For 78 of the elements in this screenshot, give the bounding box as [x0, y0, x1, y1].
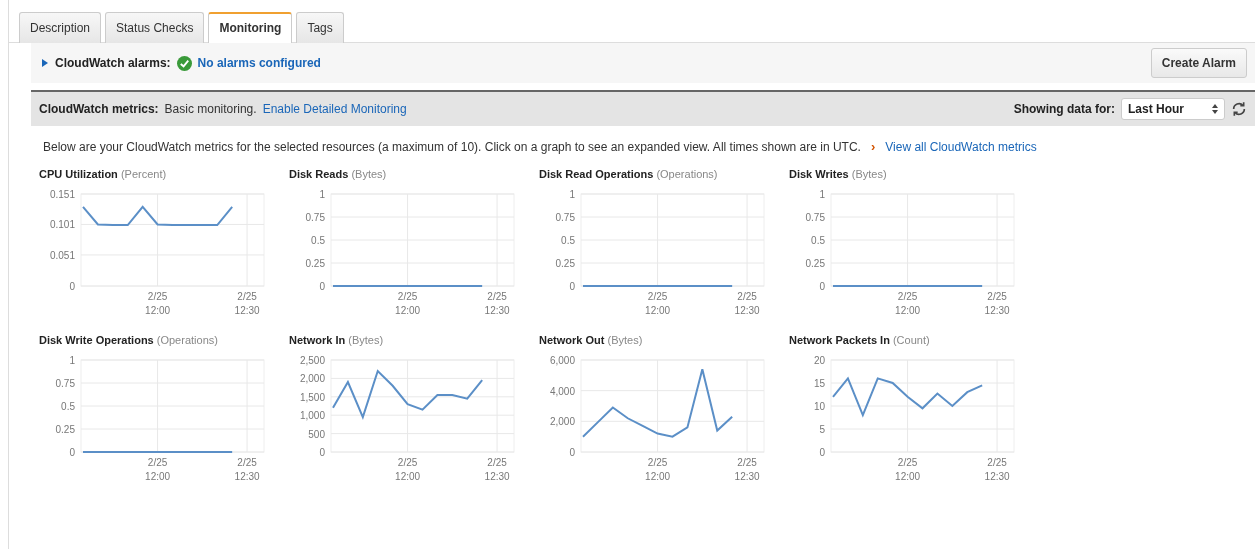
axis-label: 20	[813, 355, 825, 366]
axis-label: 2,000	[299, 373, 325, 385]
axis-label: 1	[69, 355, 75, 366]
chart-title: Disk Read Operations (Operations)	[539, 168, 719, 180]
axis-label: 5	[819, 424, 825, 435]
axis-label: 500	[308, 428, 325, 440]
axis-label: 2/25 12:00	[645, 457, 671, 482]
axis-label: 0.051	[49, 249, 75, 261]
chart-title: Disk Writes (Bytes)	[789, 168, 888, 180]
axis-label: 0.5	[811, 235, 825, 246]
axis-label: 2/25 12:30	[234, 457, 260, 482]
detailed-monitoring-link[interactable]: Enable Detailed Monitoring	[262, 102, 407, 116]
axis-label: 2/25 12:30	[484, 291, 510, 316]
axis-label: 1	[569, 189, 575, 200]
monitoring-text: Basic monitoring.	[164, 102, 257, 116]
range-select[interactable]: Last Hour	[1121, 98, 1225, 120]
axis-label: 0.101	[49, 219, 75, 231]
axis-label: 2/25 12:00	[145, 291, 171, 316]
axis-label: 0.75	[55, 378, 75, 389]
axis-label: 2/25 12:00	[895, 457, 921, 482]
axis-label: 0	[569, 447, 575, 458]
axis-label: 2/25 12:30	[984, 291, 1010, 316]
tab[interactable]: Status Checks	[105, 12, 205, 43]
axis-label: 0.75	[555, 212, 575, 223]
axis-label: 2/25 12:30	[234, 291, 260, 316]
axis-label: 0	[319, 447, 325, 458]
axis-label: 0.5	[311, 235, 325, 246]
axis-label: 0.75	[305, 212, 325, 223]
axis-label: 2,500	[299, 355, 325, 366]
chart-title: Network In (Bytes)	[289, 334, 385, 346]
chart-title: Network Packets In (Count)	[789, 334, 931, 346]
axis-label: 0.5	[61, 401, 75, 412]
chart-title: Disk Reads (Bytes)	[289, 168, 388, 180]
axis-label: 0	[819, 447, 825, 458]
axis-label: 2/25 12:00	[395, 457, 421, 482]
alarms-status-link[interactable]: No alarms configured	[197, 56, 321, 70]
view-all-metrics-link[interactable]: View all CloudWatch metrics	[885, 139, 1037, 154]
axis-label: 15	[813, 378, 825, 389]
range-label: Showing data for:	[1013, 102, 1115, 116]
axis-label: 10	[813, 401, 825, 412]
chart-title: Disk Write Operations (Operations)	[39, 334, 219, 346]
axis-label: 0.25	[305, 258, 325, 269]
axis-label: 1	[319, 189, 325, 200]
axis-label: 0	[319, 281, 325, 292]
axis-label: 0	[819, 281, 825, 292]
alarms-label: CloudWatch alarms:	[55, 56, 171, 70]
tab[interactable]: Tags	[296, 12, 344, 43]
axis-label: 0.25	[805, 258, 825, 269]
axis-label: 2/25 12:00	[895, 291, 921, 316]
axis-label: 2/25 12:30	[484, 457, 510, 482]
axis-label: 0.151	[49, 189, 75, 200]
axis-label: 0.25	[555, 258, 575, 269]
axis-label: 0	[69, 281, 75, 292]
axis-label: 0.5	[561, 235, 575, 246]
arrow-glyph: ›	[870, 139, 876, 154]
axis-label: 2,000	[549, 416, 575, 428]
axis-label: 0	[569, 281, 575, 292]
axis-label: 2/25 12:00	[395, 291, 421, 316]
create-alarm-button[interactable]: Create Alarm	[1150, 48, 1247, 78]
axis-label: 6,000	[549, 355, 575, 366]
axis-label: 1,000	[299, 410, 325, 422]
axis-label: 2/25 12:30	[984, 457, 1010, 482]
axis-label: 0	[69, 447, 75, 458]
axis-label: 1	[819, 189, 825, 200]
axis-label: 4,000	[549, 385, 575, 397]
axis-label: 0.25	[55, 424, 75, 435]
axis-label: 2/25 12:30	[734, 457, 760, 482]
tab[interactable]: Description	[19, 12, 102, 43]
axis-label: 0.75	[805, 212, 825, 223]
axis-label: 2/25 12:00	[145, 457, 171, 482]
intro-text: Below are your CloudWatch metrics for the selected resources (a maximum of 10). Click on a graph to see an expanded view. All times shown are in UTC.	[43, 139, 861, 154]
tab[interactable]: Monitoring	[208, 12, 293, 43]
metrics-label: CloudWatch metrics:	[39, 102, 159, 116]
chart-title: CPU Utilization (Percent)	[39, 168, 168, 180]
axis-label: 1,500	[299, 391, 325, 403]
chart-title: Network Out (Bytes)	[539, 334, 644, 346]
axis-label: 2/25 12:30	[734, 291, 760, 316]
axis-label: 2/25 12:00	[645, 291, 671, 316]
